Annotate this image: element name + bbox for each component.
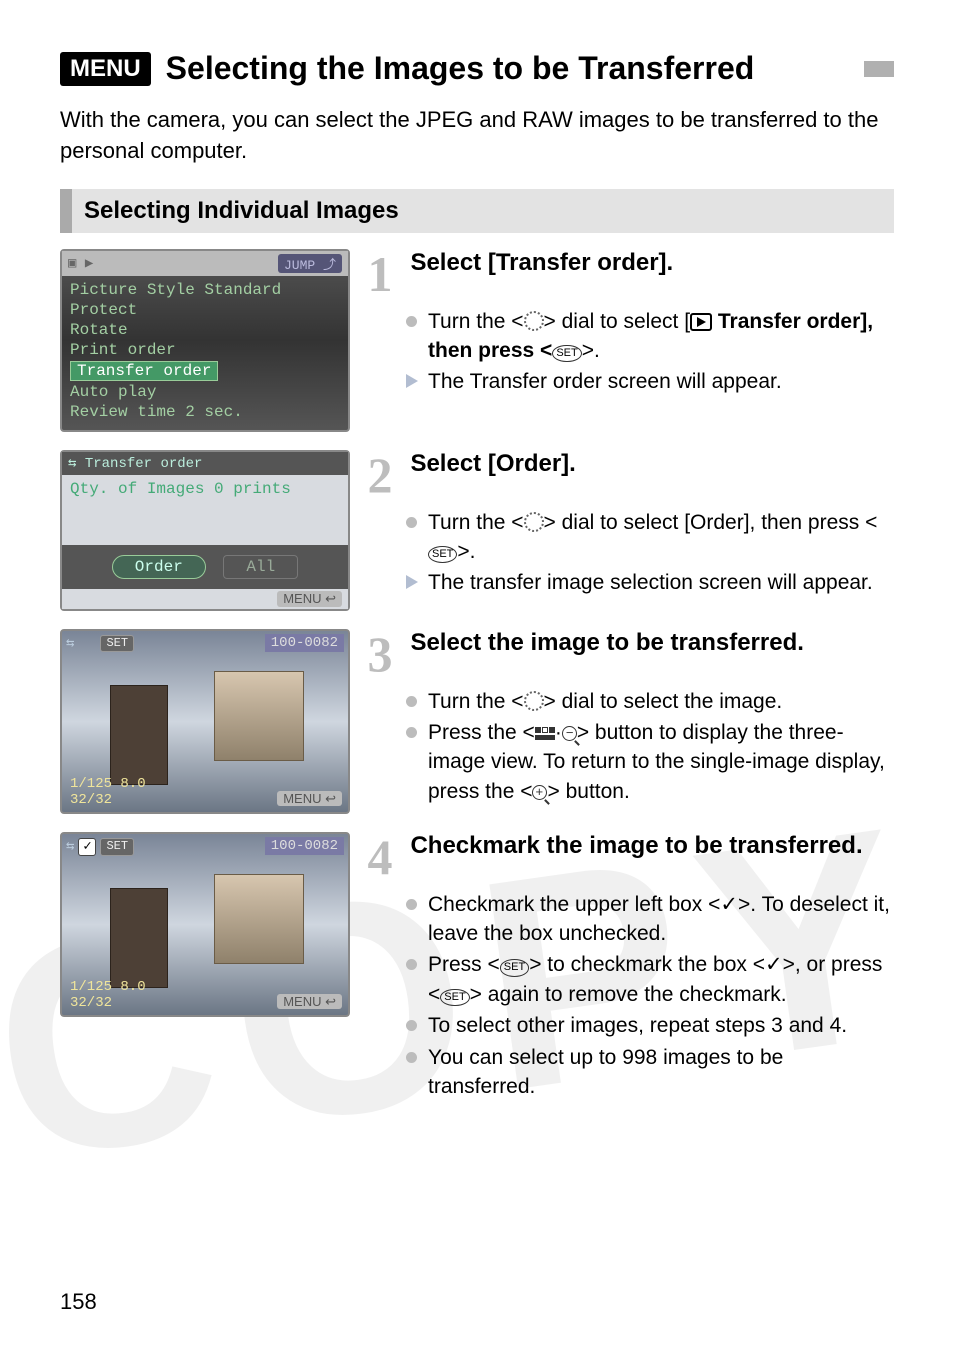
intro-text: With the camera, you can select the JPEG… [60, 105, 894, 167]
image-count: 32/32 [70, 792, 112, 808]
image-id: 100-0082 [265, 634, 344, 652]
menu-row: Protect [70, 300, 340, 320]
photo-building [110, 888, 168, 988]
step-number: 1 [362, 249, 398, 299]
menu-row: Rotate [70, 320, 340, 340]
step-2-row: ⇆ Transfer order Qty. of Images 0 prints… [60, 450, 894, 611]
all-button: All [223, 555, 298, 579]
transfer-icon: ⇆ [66, 635, 74, 652]
page-title: Selecting the Images to be Transferred [166, 50, 849, 87]
set-badge: SET [100, 635, 134, 652]
step-heading: Select [Order]. [410, 450, 575, 477]
result-item: The Transfer order screen will appear. [406, 367, 894, 396]
check-icon: ✓ [765, 950, 783, 979]
decorative-block [864, 61, 894, 77]
instruction-item: Turn the <> dial to select the image. [406, 687, 894, 716]
qty-row: Qty. of Images 0 prints [70, 479, 340, 499]
instruction-item: You can select up to 998 images to be tr… [406, 1043, 894, 1102]
image-checked-screenshot: ⇆ ✓ SET 100-0082 1/125 8.0 32/32 MENU ↩ [60, 832, 350, 1017]
step-4-row: ⇆ ✓ SET 100-0082 1/125 8.0 32/32 MENU ↩ … [60, 832, 894, 1104]
play-tab-icon: ▣ ▶ [68, 255, 93, 272]
menu-row: Auto play [70, 382, 340, 402]
order-button: Order [112, 555, 206, 579]
instruction-item: Turn the <> dial to select [ Transfer or… [406, 307, 894, 366]
check-box: ✓ [78, 838, 96, 856]
exposure-info: 1/125 8.0 [70, 979, 146, 995]
instruction-item: Turn the <> dial to select [Order], then… [406, 508, 894, 567]
page-title-bar: MENU Selecting the Images to be Transfer… [60, 50, 894, 87]
photo-building [110, 685, 168, 785]
menu-chip: MENU ↩ [277, 791, 342, 806]
set-badge: SET [100, 838, 134, 856]
photo-building [214, 671, 304, 761]
menu-row: Print order [70, 340, 340, 360]
menu-chip: MENU ↩ [277, 994, 342, 1009]
step-1-row: ▣ ▶ JUMP ⤴ Picture Style Standard Protec… [60, 249, 894, 432]
menu-row-highlight: Transfer order [70, 360, 340, 382]
image-id: 100-0082 [265, 837, 344, 855]
set-icon: SET [500, 959, 529, 976]
instruction-item: Checkmark the upper left box <✓>. To des… [406, 890, 894, 949]
image-select-screenshot: ⇆ SET 100-0082 1/125 8.0 32/32 MENU ↩ [60, 629, 350, 814]
step-heading: Select [Transfer order]. [410, 249, 673, 276]
dial-icon [524, 691, 544, 711]
page-number: 158 [60, 1289, 97, 1315]
step-heading: Checkmark the image to be transferred. [410, 832, 862, 859]
check-empty [78, 635, 96, 649]
instruction-item: Press the <·> button to display the thre… [406, 718, 894, 806]
check-icon: ✓ [720, 890, 738, 919]
result-item: The transfer image selection screen will… [406, 568, 894, 597]
menu-chip: MENU ↩ [277, 591, 342, 607]
index-icon [535, 727, 555, 741]
step-number: 4 [362, 832, 398, 882]
zoom-in-icon [532, 785, 547, 800]
dial-icon [524, 311, 544, 331]
transfer-order-screenshot: ⇆ Transfer order Qty. of Images 0 prints… [60, 450, 350, 611]
set-icon: SET [440, 989, 469, 1006]
exposure-info: 1/125 8.0 [70, 776, 146, 792]
step-number: 3 [362, 629, 398, 679]
transfer-icon: ⇆ [66, 838, 74, 856]
instruction-item: To select other images, repeat steps 3 a… [406, 1011, 894, 1040]
image-count: 32/32 [70, 995, 112, 1011]
zoom-out-icon [562, 726, 577, 741]
play-icon [690, 313, 712, 331]
menu-row: Review time 2 sec. [70, 402, 340, 422]
menu-row: Picture Style Standard [70, 280, 340, 300]
camera-menu-screenshot: ▣ ▶ JUMP ⤴ Picture Style Standard Protec… [60, 249, 350, 432]
step-3-row: ⇆ SET 100-0082 1/125 8.0 32/32 MENU ↩ 3 … [60, 629, 894, 814]
instruction-item: Press <SET> to checkmark the box <✓>, or… [406, 950, 894, 1009]
set-icon: SET [552, 345, 581, 362]
section-heading: Selecting Individual Images [60, 189, 894, 233]
step-number: 2 [362, 450, 398, 500]
step-heading: Select the image to be transferred. [410, 629, 803, 656]
photo-building [214, 874, 304, 964]
menu-badge: MENU [60, 52, 151, 86]
dial-icon [524, 512, 544, 532]
set-icon: SET [428, 546, 457, 563]
shot-title: ⇆ Transfer order [68, 455, 202, 472]
jump-chip: JUMP ⤴ [278, 254, 342, 273]
